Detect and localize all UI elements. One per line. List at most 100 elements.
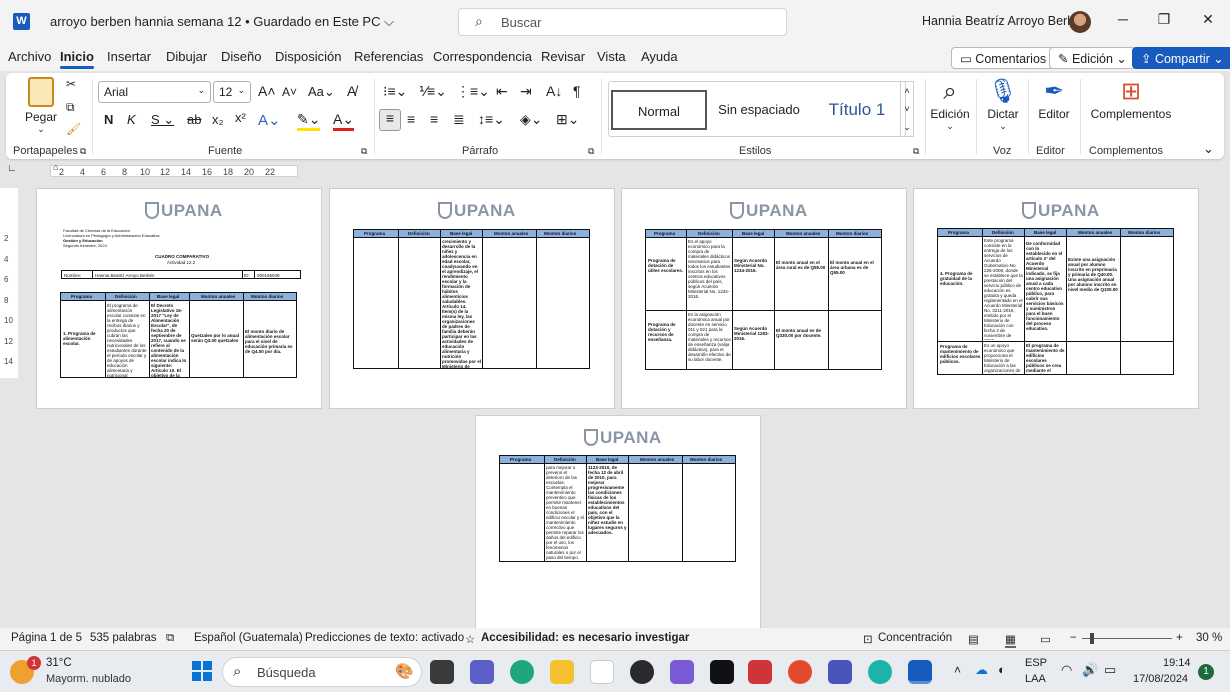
zoom-slider-thumb[interactable] bbox=[1090, 633, 1094, 644]
word-count[interactable]: 535 palabras bbox=[90, 632, 157, 644]
avatar[interactable] bbox=[1069, 11, 1091, 33]
page-4[interactable]: UPANA Programa Definición Base legal Mon… bbox=[913, 188, 1199, 409]
tab-revisar[interactable]: Revisar bbox=[541, 49, 585, 64]
onedrive-icon[interactable]: ☁ bbox=[975, 662, 988, 678]
paragraph-launcher-icon[interactable]: ⧉ bbox=[588, 146, 594, 157]
edge-icon[interactable] bbox=[510, 660, 534, 684]
proofing-icon[interactable]: ⧉ bbox=[166, 632, 174, 645]
font-size-select[interactable]: 12 ⌄ bbox=[213, 81, 251, 103]
minimize-icon[interactable]: ─ bbox=[1113, 11, 1133, 27]
style-normal[interactable]: Normal bbox=[611, 90, 707, 130]
paste-button[interactable]: Pegar ⌄ bbox=[24, 77, 58, 135]
zoom-level[interactable]: 30 % bbox=[1196, 632, 1222, 644]
volume-icon[interactable]: 🔊 bbox=[1082, 662, 1098, 678]
pilcrow-icon[interactable]: ¶ bbox=[573, 83, 581, 99]
zoom-slider[interactable] bbox=[1082, 633, 1172, 644]
tab-diseno[interactable]: Diseño bbox=[221, 49, 261, 64]
search-box[interactable]: ⌕ Buscar bbox=[458, 8, 787, 36]
strikethrough-icon[interactable]: ab bbox=[187, 112, 201, 127]
tab-inicio[interactable]: Inicio bbox=[60, 49, 94, 69]
tiktok-icon[interactable] bbox=[710, 660, 734, 684]
page-1[interactable]: UPANA Facultad de Ciencias de la Educaci… bbox=[36, 188, 322, 409]
dictate-button[interactable]: 🎙 Dictar ⌄ bbox=[980, 77, 1026, 132]
grow-font-icon[interactable]: A˄ bbox=[258, 83, 276, 99]
editing-mode-button[interactable]: ✎ Edición ⌄ bbox=[1049, 47, 1136, 69]
italic-icon[interactable]: K bbox=[127, 112, 136, 127]
sort-icon[interactable]: A↓ bbox=[546, 83, 562, 99]
tab-archivo[interactable]: Archivo bbox=[8, 49, 51, 64]
copilot-icon[interactable] bbox=[670, 660, 694, 684]
tab-dibujar[interactable]: Dibujar bbox=[166, 49, 207, 64]
close-icon[interactable]: ✕ bbox=[1198, 11, 1218, 28]
style-heading-1[interactable]: Título 1 bbox=[809, 90, 905, 130]
shrink-font-icon[interactable]: A˅ bbox=[282, 85, 297, 99]
underline-icon[interactable]: S ⌄ bbox=[151, 112, 174, 128]
acrobat-icon[interactable] bbox=[748, 660, 772, 684]
clock-time[interactable]: 19:14 bbox=[1163, 657, 1191, 669]
teams-work-icon[interactable] bbox=[828, 660, 852, 684]
multilevel-list-icon[interactable]: ⋮≡⌄ bbox=[456, 83, 490, 100]
tab-disposicion[interactable]: Disposición bbox=[275, 49, 341, 64]
teams-icon[interactable] bbox=[470, 660, 494, 684]
font-name-select[interactable]: Arial ⌄ bbox=[98, 81, 211, 103]
tab-insertar[interactable]: Insertar bbox=[107, 49, 151, 64]
taskbar-search[interactable]: ⌕ Búsqueda 🎨 bbox=[222, 657, 422, 687]
font-color-icon[interactable]: A⌄ bbox=[333, 111, 355, 131]
page-3[interactable]: UPANA Programa Definición Base legal Mon… bbox=[621, 188, 907, 409]
highlight-icon[interactable]: ✎⌄ bbox=[297, 111, 321, 131]
shading-icon[interactable]: ◈⌄ bbox=[520, 111, 543, 128]
page-5[interactable]: UPANA Programa Definición Base legal Mon… bbox=[475, 415, 761, 630]
input-lang-2[interactable]: LAA bbox=[1025, 673, 1046, 685]
dell-icon[interactable] bbox=[630, 660, 654, 684]
accessibility-status[interactable]: Accesibilidad: es necesario investigar bbox=[481, 632, 689, 644]
bullets-icon[interactable]: ⁝≡⌄ bbox=[383, 83, 407, 100]
align-center-icon[interactable]: ≡ bbox=[407, 111, 415, 127]
input-lang-1[interactable]: ESP bbox=[1025, 657, 1047, 669]
decrease-indent-icon[interactable]: ⇤ bbox=[496, 83, 508, 100]
comments-button[interactable]: ▭ Comentarios bbox=[951, 47, 1056, 69]
tab-vista[interactable]: Vista bbox=[597, 49, 626, 64]
subscript-icon[interactable]: x₂ bbox=[212, 112, 224, 127]
battery-icon[interactable]: ▭ bbox=[1104, 662, 1116, 678]
editing-button[interactable]: ⌕ Edición ⌄ bbox=[927, 77, 973, 132]
cut-icon[interactable]: ✂ bbox=[66, 77, 76, 91]
styles-scroll[interactable]: ˄ ˅ ⌄ bbox=[900, 81, 914, 137]
web-layout-icon[interactable]: ▭ bbox=[1040, 632, 1051, 646]
weather-desc[interactable]: Mayorm. nublado bbox=[46, 673, 131, 685]
notifications-count[interactable]: 1 bbox=[1198, 664, 1214, 680]
format-painter-icon[interactable]: 🖌 bbox=[66, 122, 81, 136]
add-ins-button[interactable]: ⊞ Complementos bbox=[1086, 77, 1176, 121]
increase-indent-icon[interactable]: ⇥ bbox=[520, 83, 532, 100]
print-layout-icon[interactable]: ▦ bbox=[1005, 632, 1016, 648]
line-spacing-icon[interactable]: ↕≡⌄ bbox=[478, 111, 505, 128]
tab-referencias[interactable]: Referencias bbox=[354, 49, 423, 64]
zoom-out-icon[interactable]: − bbox=[1070, 632, 1077, 644]
numbering-icon[interactable]: ⅟≡⌄ bbox=[419, 83, 447, 100]
superscript-icon[interactable]: x² bbox=[235, 110, 246, 125]
document-title[interactable]: arroyo berben hannia semana 12 • Guardad… bbox=[50, 14, 394, 30]
collapse-ribbon-icon[interactable]: ⌄ bbox=[1203, 141, 1214, 157]
tray-chevron-icon[interactable]: ˄ bbox=[954, 663, 961, 677]
justify-icon[interactable]: ≣ bbox=[453, 111, 465, 128]
word-taskbar-icon[interactable] bbox=[908, 660, 932, 684]
change-case-icon[interactable]: Aa⌄ bbox=[308, 84, 335, 100]
font-launcher-icon[interactable]: ⧉ bbox=[361, 146, 367, 157]
share-button[interactable]: ⇪ Compartir ⌄ bbox=[1132, 47, 1230, 69]
page-2[interactable]: UPANA Programa Definición Base legal Mon… bbox=[329, 188, 615, 409]
read-mode-icon[interactable]: ▤ bbox=[968, 632, 979, 646]
meet-now-icon[interactable]: ◐ bbox=[998, 662, 1006, 677]
focus-mode-button[interactable]: Concentración bbox=[878, 632, 952, 644]
maximize-icon[interactable]: ❐ bbox=[1154, 11, 1174, 28]
editor-button[interactable]: ✒ Editor bbox=[1031, 77, 1077, 121]
indent-marker-icon[interactable]: ⌂ bbox=[53, 162, 58, 172]
tab-correspondencia[interactable]: Correspondencia bbox=[433, 49, 532, 64]
language-status[interactable]: Español (Guatemala) bbox=[194, 632, 303, 644]
user-name[interactable]: Hannia Beatríz Arroyo Berbén bbox=[922, 14, 1088, 28]
wifi-icon[interactable]: ◠ bbox=[1061, 662, 1072, 678]
clear-format-icon[interactable]: A̸ bbox=[347, 83, 356, 99]
chrome-icon[interactable] bbox=[788, 660, 812, 684]
page-count[interactable]: Página 1 de 5 bbox=[11, 632, 82, 644]
text-effects-icon[interactable]: A⌄ bbox=[258, 111, 281, 129]
clock-date[interactable]: 17/08/2024 bbox=[1133, 673, 1188, 685]
tab-ayuda[interactable]: Ayuda bbox=[641, 49, 678, 64]
